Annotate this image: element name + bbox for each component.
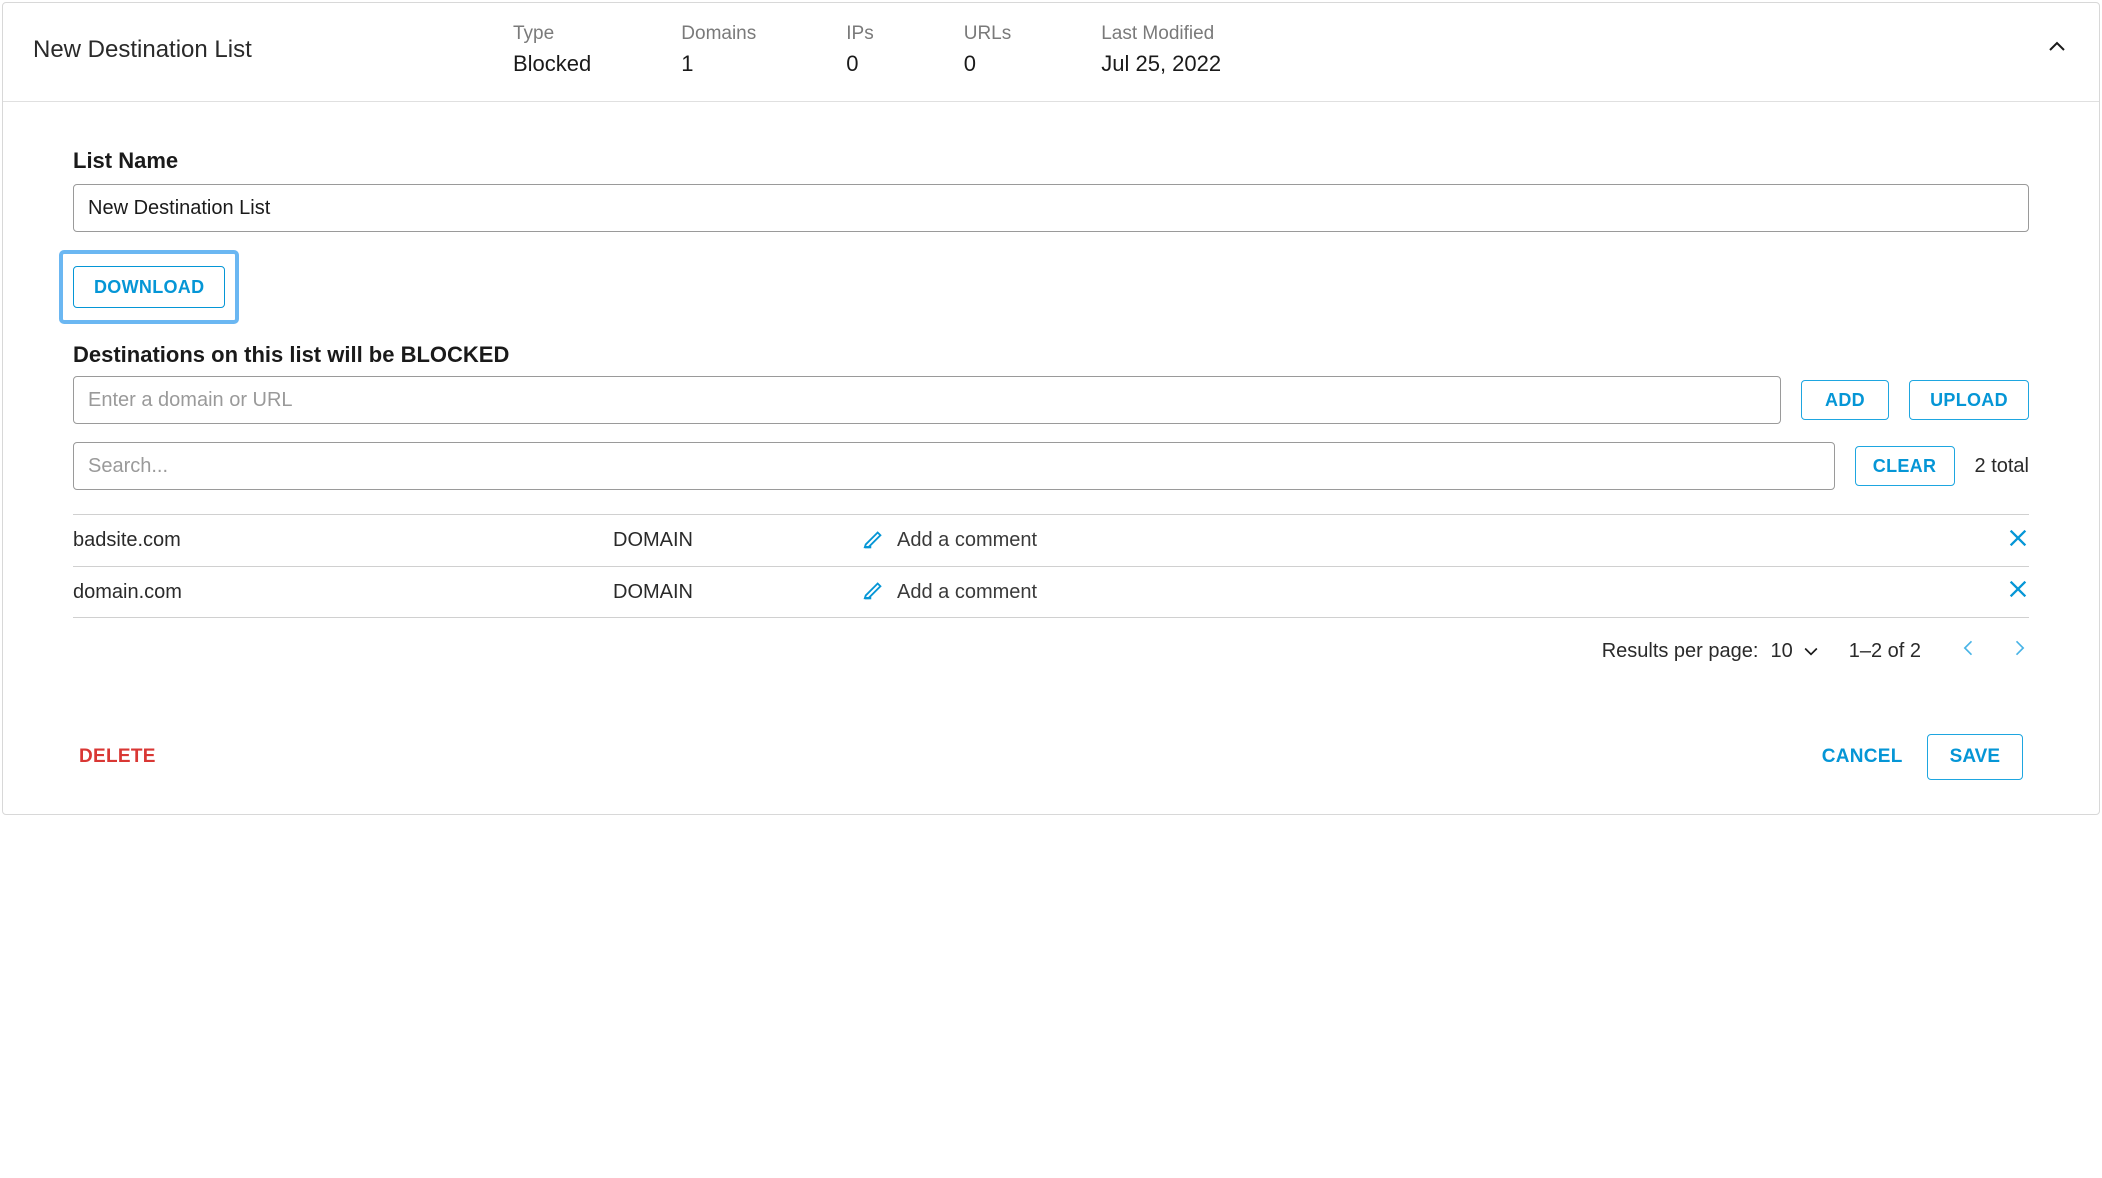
delete-row-button[interactable] xyxy=(1989,527,2029,555)
stat-label: IPs xyxy=(846,23,873,45)
list-name-label: List Name xyxy=(73,148,2029,174)
stat-last-modified: Last Modified Jul 25, 2022 xyxy=(1101,23,1221,77)
panel-header: New Destination List Type Blocked Domain… xyxy=(3,3,2099,102)
stat-label: Last Modified xyxy=(1101,23,1221,45)
collapse-toggle[interactable] xyxy=(2045,35,2069,65)
cell-destination: domain.com xyxy=(73,581,613,604)
add-comment-button[interactable]: Add a comment xyxy=(863,578,1989,606)
footer-actions: CANCEL SAVE xyxy=(1822,734,2023,780)
save-button[interactable]: SAVE xyxy=(1927,734,2023,780)
cell-destination: badsite.com xyxy=(73,529,613,552)
destinations-table: badsite.com DOMAIN Add a comment domain.… xyxy=(73,514,2029,618)
stat-label: URLs xyxy=(964,23,1012,45)
list-name-input[interactable] xyxy=(73,184,2029,232)
table-row: domain.com DOMAIN Add a comment xyxy=(73,566,2029,618)
edit-icon xyxy=(863,527,885,555)
download-highlight: DOWNLOAD xyxy=(59,250,239,324)
stat-ips: IPs 0 xyxy=(846,23,873,77)
delete-row-button[interactable] xyxy=(1989,578,2029,606)
chevron-left-icon xyxy=(1959,638,1979,664)
next-page-button[interactable] xyxy=(2009,638,2029,664)
destination-list-panel: New Destination List Type Blocked Domain… xyxy=(2,2,2100,815)
stat-type: Type Blocked xyxy=(513,23,591,77)
comment-placeholder: Add a comment xyxy=(897,529,1037,552)
add-button[interactable]: ADD xyxy=(1801,380,1889,420)
stat-value: Blocked xyxy=(513,51,591,77)
prev-page-button[interactable] xyxy=(1959,638,1979,664)
page-range: 1–2 of 2 xyxy=(1849,640,1921,663)
per-page-value: 10 xyxy=(1770,640,1792,663)
comment-placeholder: Add a comment xyxy=(897,581,1037,604)
destination-input[interactable] xyxy=(73,376,1781,424)
chevron-down-icon xyxy=(1801,641,1821,661)
stat-value: 0 xyxy=(964,51,1012,77)
cell-type: DOMAIN xyxy=(613,529,863,552)
add-destination-row: ADD UPLOAD xyxy=(73,376,2029,424)
panel-footer: DELETE CANCEL SAVE xyxy=(73,734,2029,780)
stat-urls: URLs 0 xyxy=(964,23,1012,77)
results-per-page: Results per page: 10 xyxy=(1602,640,1821,663)
panel-body: List Name DOWNLOAD Destinations on this … xyxy=(3,102,2099,814)
total-count: 2 total xyxy=(1975,455,2029,478)
add-comment-button[interactable]: Add a comment xyxy=(863,527,1989,555)
destinations-heading: Destinations on this list will be BLOCKE… xyxy=(73,342,2029,368)
stat-value: 0 xyxy=(846,51,873,77)
header-stats: Type Blocked Domains 1 IPs 0 URLs 0 Last… xyxy=(513,23,2045,77)
upload-button[interactable]: UPLOAD xyxy=(1909,380,2029,420)
stat-value: Jul 25, 2022 xyxy=(1101,51,1221,77)
edit-icon xyxy=(863,578,885,606)
per-page-label: Results per page: xyxy=(1602,640,1759,663)
panel-title: New Destination List xyxy=(33,36,513,64)
close-icon xyxy=(2007,578,2029,606)
pager-arrows xyxy=(1959,638,2029,664)
search-input[interactable] xyxy=(73,442,1835,490)
stat-label: Domains xyxy=(681,23,756,45)
stat-value: 1 xyxy=(681,51,756,77)
delete-button[interactable]: DELETE xyxy=(79,746,156,768)
stat-domains: Domains 1 xyxy=(681,23,756,77)
cell-type: DOMAIN xyxy=(613,581,863,604)
table-row: badsite.com DOMAIN Add a comment xyxy=(73,514,2029,566)
stat-label: Type xyxy=(513,23,591,45)
clear-button[interactable]: CLEAR xyxy=(1855,446,1955,486)
download-button[interactable]: DOWNLOAD xyxy=(73,266,225,308)
pagination: Results per page: 10 1–2 of 2 xyxy=(73,638,2029,664)
close-icon xyxy=(2007,527,2029,555)
chevron-right-icon xyxy=(2009,638,2029,664)
per-page-select[interactable]: 10 xyxy=(1770,640,1820,663)
cancel-button[interactable]: CANCEL xyxy=(1822,746,1903,768)
search-row: CLEAR 2 total xyxy=(73,442,2029,490)
chevron-up-icon xyxy=(2045,43,2069,64)
